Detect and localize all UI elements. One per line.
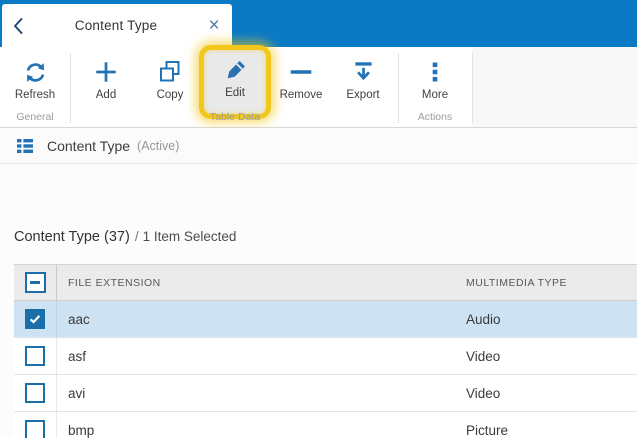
- group-label-general: General: [16, 111, 54, 123]
- export-button[interactable]: Export: [334, 53, 392, 115]
- toolbar-button-label: More: [421, 89, 449, 101]
- plus-icon: [93, 58, 119, 86]
- close-icon[interactable]: ×: [196, 4, 232, 47]
- select-all-checkbox[interactable]: [24, 272, 46, 293]
- title-separator: /: [134, 229, 139, 244]
- edit-button-highlight-ring: Edit: [199, 45, 271, 119]
- page-title: Content Type (37): [14, 229, 130, 245]
- row-checkbox-cell: [14, 375, 57, 411]
- toolbar-button-label: Edit: [225, 87, 245, 99]
- cell-file-extension: avi: [68, 385, 86, 401]
- row-checkbox[interactable]: [25, 383, 45, 403]
- row-checkbox[interactable]: [25, 420, 45, 438]
- refresh-icon: [23, 58, 48, 86]
- row-checkbox[interactable]: [25, 346, 45, 366]
- row-checkbox-cell: [14, 412, 57, 438]
- select-all-cell: [14, 265, 57, 300]
- row-checkbox[interactable]: [25, 309, 45, 329]
- selection-summary: 1 Item Selected: [142, 229, 237, 244]
- table-row[interactable]: bmp Picture: [14, 412, 637, 438]
- row-checkbox-cell: [14, 338, 57, 374]
- toolbar-button-label: Remove: [279, 89, 323, 101]
- more-dots-icon: [423, 58, 447, 86]
- indeterminate-mark-icon: [30, 281, 40, 284]
- tab-content-type[interactable]: Content Type ×: [2, 4, 232, 47]
- pencil-icon: [222, 57, 248, 85]
- edit-button[interactable]: Edit: [222, 57, 248, 99]
- column-header-file-extension[interactable]: FILE EXTENSION: [57, 265, 455, 300]
- add-button[interactable]: Add: [78, 53, 134, 115]
- more-button[interactable]: More: [406, 53, 464, 115]
- list-header: Content Type (37) /1 Item Selected: [14, 229, 236, 245]
- toolbar-button-label: Add: [95, 89, 117, 101]
- content-area: Content Type (37) /1 Item Selected FILE E…: [0, 165, 637, 438]
- export-icon: [351, 58, 376, 86]
- row-checkbox-cell: [14, 301, 57, 337]
- check-icon: [29, 315, 41, 324]
- module-title: Content Type: [47, 137, 131, 154]
- cell-file-extension: bmp: [68, 422, 95, 438]
- copy-button[interactable]: Copy: [142, 53, 198, 115]
- toolbar-ribbon: Refresh Add Copy Edit Remove Export More…: [0, 45, 637, 128]
- list-view-icon: [16, 137, 34, 155]
- group-label-table-data: Table Data: [209, 111, 261, 123]
- cell-multimedia-type: Video: [466, 385, 501, 401]
- cell-multimedia-type: Video: [466, 348, 501, 364]
- module-title-bar: Content Type (Active): [0, 128, 637, 164]
- cell-file-extension: asf: [68, 348, 87, 364]
- tab-strip: Content Type ×: [0, 0, 637, 47]
- table-row[interactable]: asf Video: [14, 338, 637, 375]
- copy-icon: [158, 58, 182, 86]
- data-grid: FILE EXTENSION MULTIMEDIA TYPE aac Audio: [14, 264, 637, 438]
- column-header-multimedia-type[interactable]: MULTIMEDIA TYPE: [455, 265, 637, 300]
- toolbar-button-label: Copy: [156, 89, 184, 101]
- group-separator: [398, 53, 399, 123]
- cell-multimedia-type: Picture: [466, 422, 509, 438]
- cell-multimedia-type: Audio: [466, 311, 501, 327]
- app-window: Content Type × Refresh Add Copy Edit Rem…: [0, 0, 637, 438]
- refresh-button[interactable]: Refresh: [6, 53, 64, 115]
- group-label-actions: Actions: [417, 111, 453, 123]
- toolbar-button-label: Export: [346, 89, 380, 101]
- toolbar-button-label: Refresh: [14, 89, 56, 101]
- ribbon-empty-area: [472, 47, 637, 127]
- table-row[interactable]: aac Audio: [14, 301, 637, 338]
- grid-header-row: FILE EXTENSION MULTIMEDIA TYPE: [14, 264, 637, 301]
- cell-file-extension: aac: [68, 311, 90, 327]
- chevron-left-icon[interactable]: [2, 4, 36, 47]
- table-row[interactable]: avi Video: [14, 375, 637, 412]
- group-separator: [70, 53, 71, 123]
- status-active: (Active): [137, 138, 180, 153]
- tab-title: Content Type: [74, 18, 158, 33]
- group-separator: [472, 53, 473, 123]
- minus-icon: [288, 58, 314, 86]
- remove-button[interactable]: Remove: [272, 53, 330, 115]
